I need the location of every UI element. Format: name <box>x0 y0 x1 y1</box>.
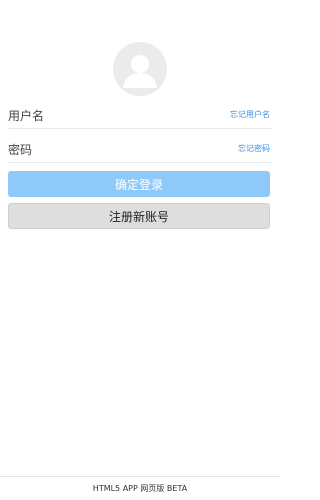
username-row: 忘记用户名 <box>8 104 272 129</box>
footer-bar: HTML5 APP 网页版 BETA <box>0 476 280 500</box>
register-button[interactable]: 注册新账号 <box>8 203 270 229</box>
forgot-username-link[interactable]: 忘记用户名 <box>230 109 270 120</box>
forgot-password-link[interactable]: 忘记密码 <box>238 143 270 154</box>
avatar <box>113 42 167 96</box>
user-avatar-icon <box>113 42 167 96</box>
password-input[interactable] <box>8 140 198 160</box>
password-row: 忘记密码 <box>8 138 272 163</box>
login-button[interactable]: 确定登录 <box>8 171 270 197</box>
footer-text: HTML5 APP 网页版 BETA <box>92 484 188 493</box>
username-input[interactable] <box>8 106 198 126</box>
